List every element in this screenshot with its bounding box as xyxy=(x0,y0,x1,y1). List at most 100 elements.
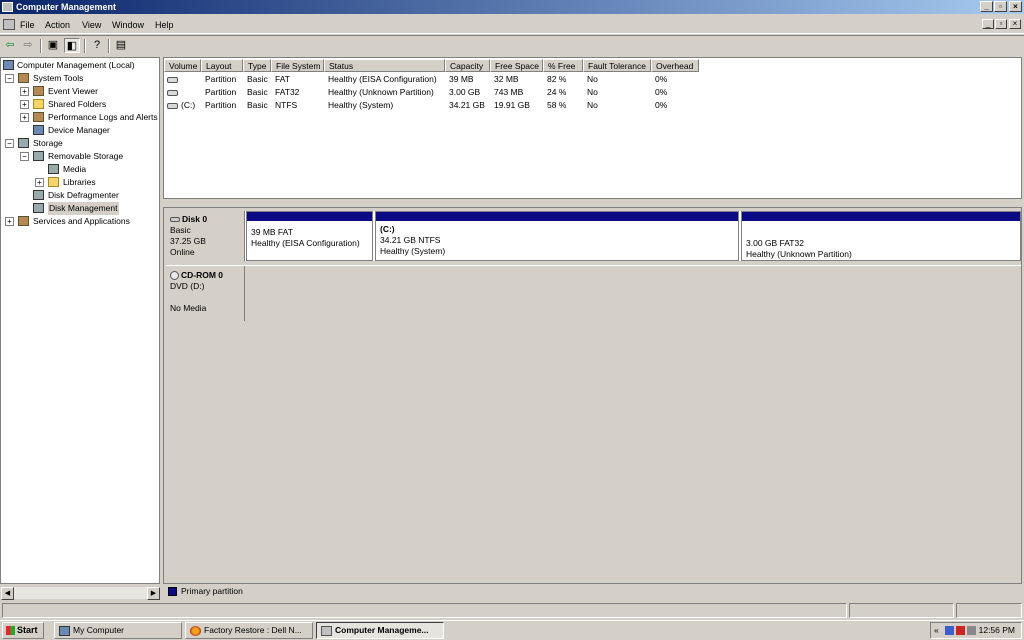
removable-storage-icon xyxy=(33,151,44,161)
tree-item-storage[interactable]: − Storage xyxy=(5,137,159,150)
cdrom-icon xyxy=(170,271,179,281)
fault-tolerance-cell: No xyxy=(587,87,598,97)
column-header-status[interactable]: Status xyxy=(324,59,445,72)
toolbar: ⇦ ⇨ ▣ ◧ ? ▤ xyxy=(0,35,1024,55)
fault-tolerance-cell: No xyxy=(587,100,598,110)
status-bar xyxy=(0,602,1024,619)
task-firefox-factory-restore[interactable]: Factory Restore : Dell N... xyxy=(185,622,313,639)
menu-window[interactable]: Window xyxy=(112,19,144,31)
task-computer-management[interactable]: Computer Manageme... xyxy=(316,622,444,639)
column-header-free-space[interactable]: Free Space xyxy=(490,59,543,72)
tree-item-services-and-applications[interactable]: + Services and Applications xyxy=(5,215,159,228)
column-header-percent-free[interactable]: % Free xyxy=(543,59,583,72)
up-one-level-icon[interactable]: ▣ xyxy=(45,38,61,53)
start-button[interactable]: Start xyxy=(2,622,44,639)
expand-icon[interactable]: + xyxy=(5,217,14,226)
file-system-cell: FAT xyxy=(275,74,290,84)
menu-file[interactable]: File xyxy=(20,19,35,31)
child-close-button[interactable]: × xyxy=(1009,19,1021,29)
status-panel-3 xyxy=(956,603,1022,618)
security-alert-icon[interactable] xyxy=(956,626,965,635)
column-header-capacity[interactable]: Capacity xyxy=(445,59,490,72)
tree-item-disk-defragmenter[interactable]: Disk Defragmenter xyxy=(20,189,159,202)
status-panel-main xyxy=(2,603,847,618)
title-bar[interactable]: Computer Management _ ▫ × xyxy=(0,0,1024,14)
partition-size: 39 MB FAT xyxy=(251,227,293,237)
disk-0-size: 37.25 GB xyxy=(170,236,206,246)
fault-tolerance-cell: No xyxy=(587,74,598,84)
column-header-file-system[interactable]: File System xyxy=(271,59,324,72)
disk-0-row[interactable]: Disk 0 Basic 37.25 GB Online 39 MB FAT H… xyxy=(166,211,1021,261)
column-header-volume[interactable]: Volume xyxy=(164,59,201,72)
column-header-fault-tolerance[interactable]: Fault Tolerance xyxy=(583,59,651,72)
window-title: Computer Management xyxy=(16,2,117,12)
tree-item-event-viewer[interactable]: + Event Viewer xyxy=(20,85,159,98)
properties-icon[interactable]: ▤ xyxy=(113,38,129,53)
maximize-button[interactable]: ▫ xyxy=(994,1,1007,12)
partition-c[interactable]: (C:) 34.21 GB NTFS Healthy (System) xyxy=(375,211,739,261)
close-button[interactable]: × xyxy=(1009,1,1022,12)
mmc-console-icon[interactable] xyxy=(3,19,15,30)
tree-item-shared-folders[interactable]: + Shared Folders xyxy=(20,98,159,111)
cdrom-0-row[interactable]: CD-ROM 0 DVD (D:) No Media xyxy=(166,265,1021,321)
minimize-button[interactable]: _ xyxy=(980,1,993,12)
show-hide-tree-icon[interactable]: ◧ xyxy=(64,38,80,53)
performance-icon xyxy=(33,112,44,122)
expand-icon[interactable]: + xyxy=(20,113,29,122)
partition-status: Healthy (Unknown Partition) xyxy=(746,249,852,259)
help-icon[interactable]: ? xyxy=(89,38,105,53)
tree-item-system-tools[interactable]: − System Tools xyxy=(5,72,159,85)
scroll-left-icon[interactable]: ◀ xyxy=(1,587,14,600)
capacity-cell: 3.00 GB xyxy=(449,87,481,97)
menu-view[interactable]: View xyxy=(82,19,101,31)
collapse-icon[interactable]: − xyxy=(5,139,14,148)
tree-item-computer-management[interactable]: Computer Management (Local) xyxy=(3,59,159,72)
clock[interactable]: 12:56 PM xyxy=(979,623,1015,638)
pane-splitter[interactable] xyxy=(163,199,1022,207)
collapse-icon[interactable]: − xyxy=(20,152,29,161)
tree-item-media[interactable]: Media xyxy=(35,163,159,176)
layout-cell: Partition xyxy=(205,100,237,110)
partition-eisa[interactable]: 39 MB FAT Healthy (EISA Configuration) xyxy=(246,211,373,261)
volume-list[interactable]: Volume Layout Type File System Status Ca… xyxy=(163,57,1022,199)
volume-icon[interactable] xyxy=(967,626,976,635)
cdrom-0-label[interactable]: CD-ROM 0 DVD (D:) No Media xyxy=(166,266,245,321)
cdrom-0-type: DVD (D:) xyxy=(170,281,205,291)
expand-icon[interactable]: + xyxy=(20,87,29,96)
column-header-type[interactable]: Type xyxy=(243,59,271,72)
free-space-cell: 743 MB xyxy=(494,87,524,97)
device-manager-icon xyxy=(33,125,44,135)
tree-item-device-manager[interactable]: Device Manager xyxy=(20,124,159,137)
menu-action[interactable]: Action xyxy=(45,19,70,31)
show-hidden-icons-button[interactable]: « xyxy=(934,623,939,638)
child-restore-button[interactable]: ▫ xyxy=(995,19,1007,29)
back-arrow-icon[interactable]: ⇦ xyxy=(2,38,18,53)
partition-size: 34.21 GB NTFS xyxy=(380,235,441,245)
column-header-layout[interactable]: Layout xyxy=(201,59,243,72)
console-tree[interactable]: Computer Management (Local) − System Too… xyxy=(0,57,160,584)
volume-cell xyxy=(167,86,201,99)
layout-cell: Partition xyxy=(205,87,237,97)
volume-icon xyxy=(167,76,178,83)
forward-arrow-icon[interactable]: ⇨ xyxy=(20,38,36,53)
tree-item-removable-storage[interactable]: − Removable Storage xyxy=(20,150,159,163)
cdrom-0-name: CD-ROM 0 xyxy=(181,270,224,280)
tree-horizontal-scrollbar[interactable]: ◀ ▶ xyxy=(1,586,160,600)
computer-icon xyxy=(3,60,14,70)
scroll-right-icon[interactable]: ▶ xyxy=(147,587,160,600)
taskbar: Start My Computer Factory Restore : Dell… xyxy=(0,620,1024,640)
menu-help[interactable]: Help xyxy=(155,19,174,31)
partition-fat32[interactable]: 3.00 GB FAT32 Healthy (Unknown Partition… xyxy=(741,211,1021,261)
tree-item-libraries[interactable]: + Libraries xyxy=(35,176,159,189)
child-minimize-button[interactable]: _ xyxy=(982,19,994,29)
tree-item-performance-logs[interactable]: + Performance Logs and Alerts xyxy=(20,111,159,124)
tree-item-disk-management[interactable]: Disk Management xyxy=(20,202,159,215)
disk-0-label[interactable]: Disk 0 Basic 37.25 GB Online xyxy=(166,211,245,261)
collapse-icon[interactable]: − xyxy=(5,74,14,83)
disk-graphical-view[interactable]: Disk 0 Basic 37.25 GB Online 39 MB FAT H… xyxy=(163,207,1022,584)
expand-icon[interactable]: + xyxy=(35,178,44,187)
network-icon[interactable] xyxy=(945,626,954,635)
task-my-computer[interactable]: My Computer xyxy=(54,622,182,639)
column-header-overhead[interactable]: Overhead xyxy=(651,59,699,72)
expand-icon[interactable]: + xyxy=(20,100,29,109)
